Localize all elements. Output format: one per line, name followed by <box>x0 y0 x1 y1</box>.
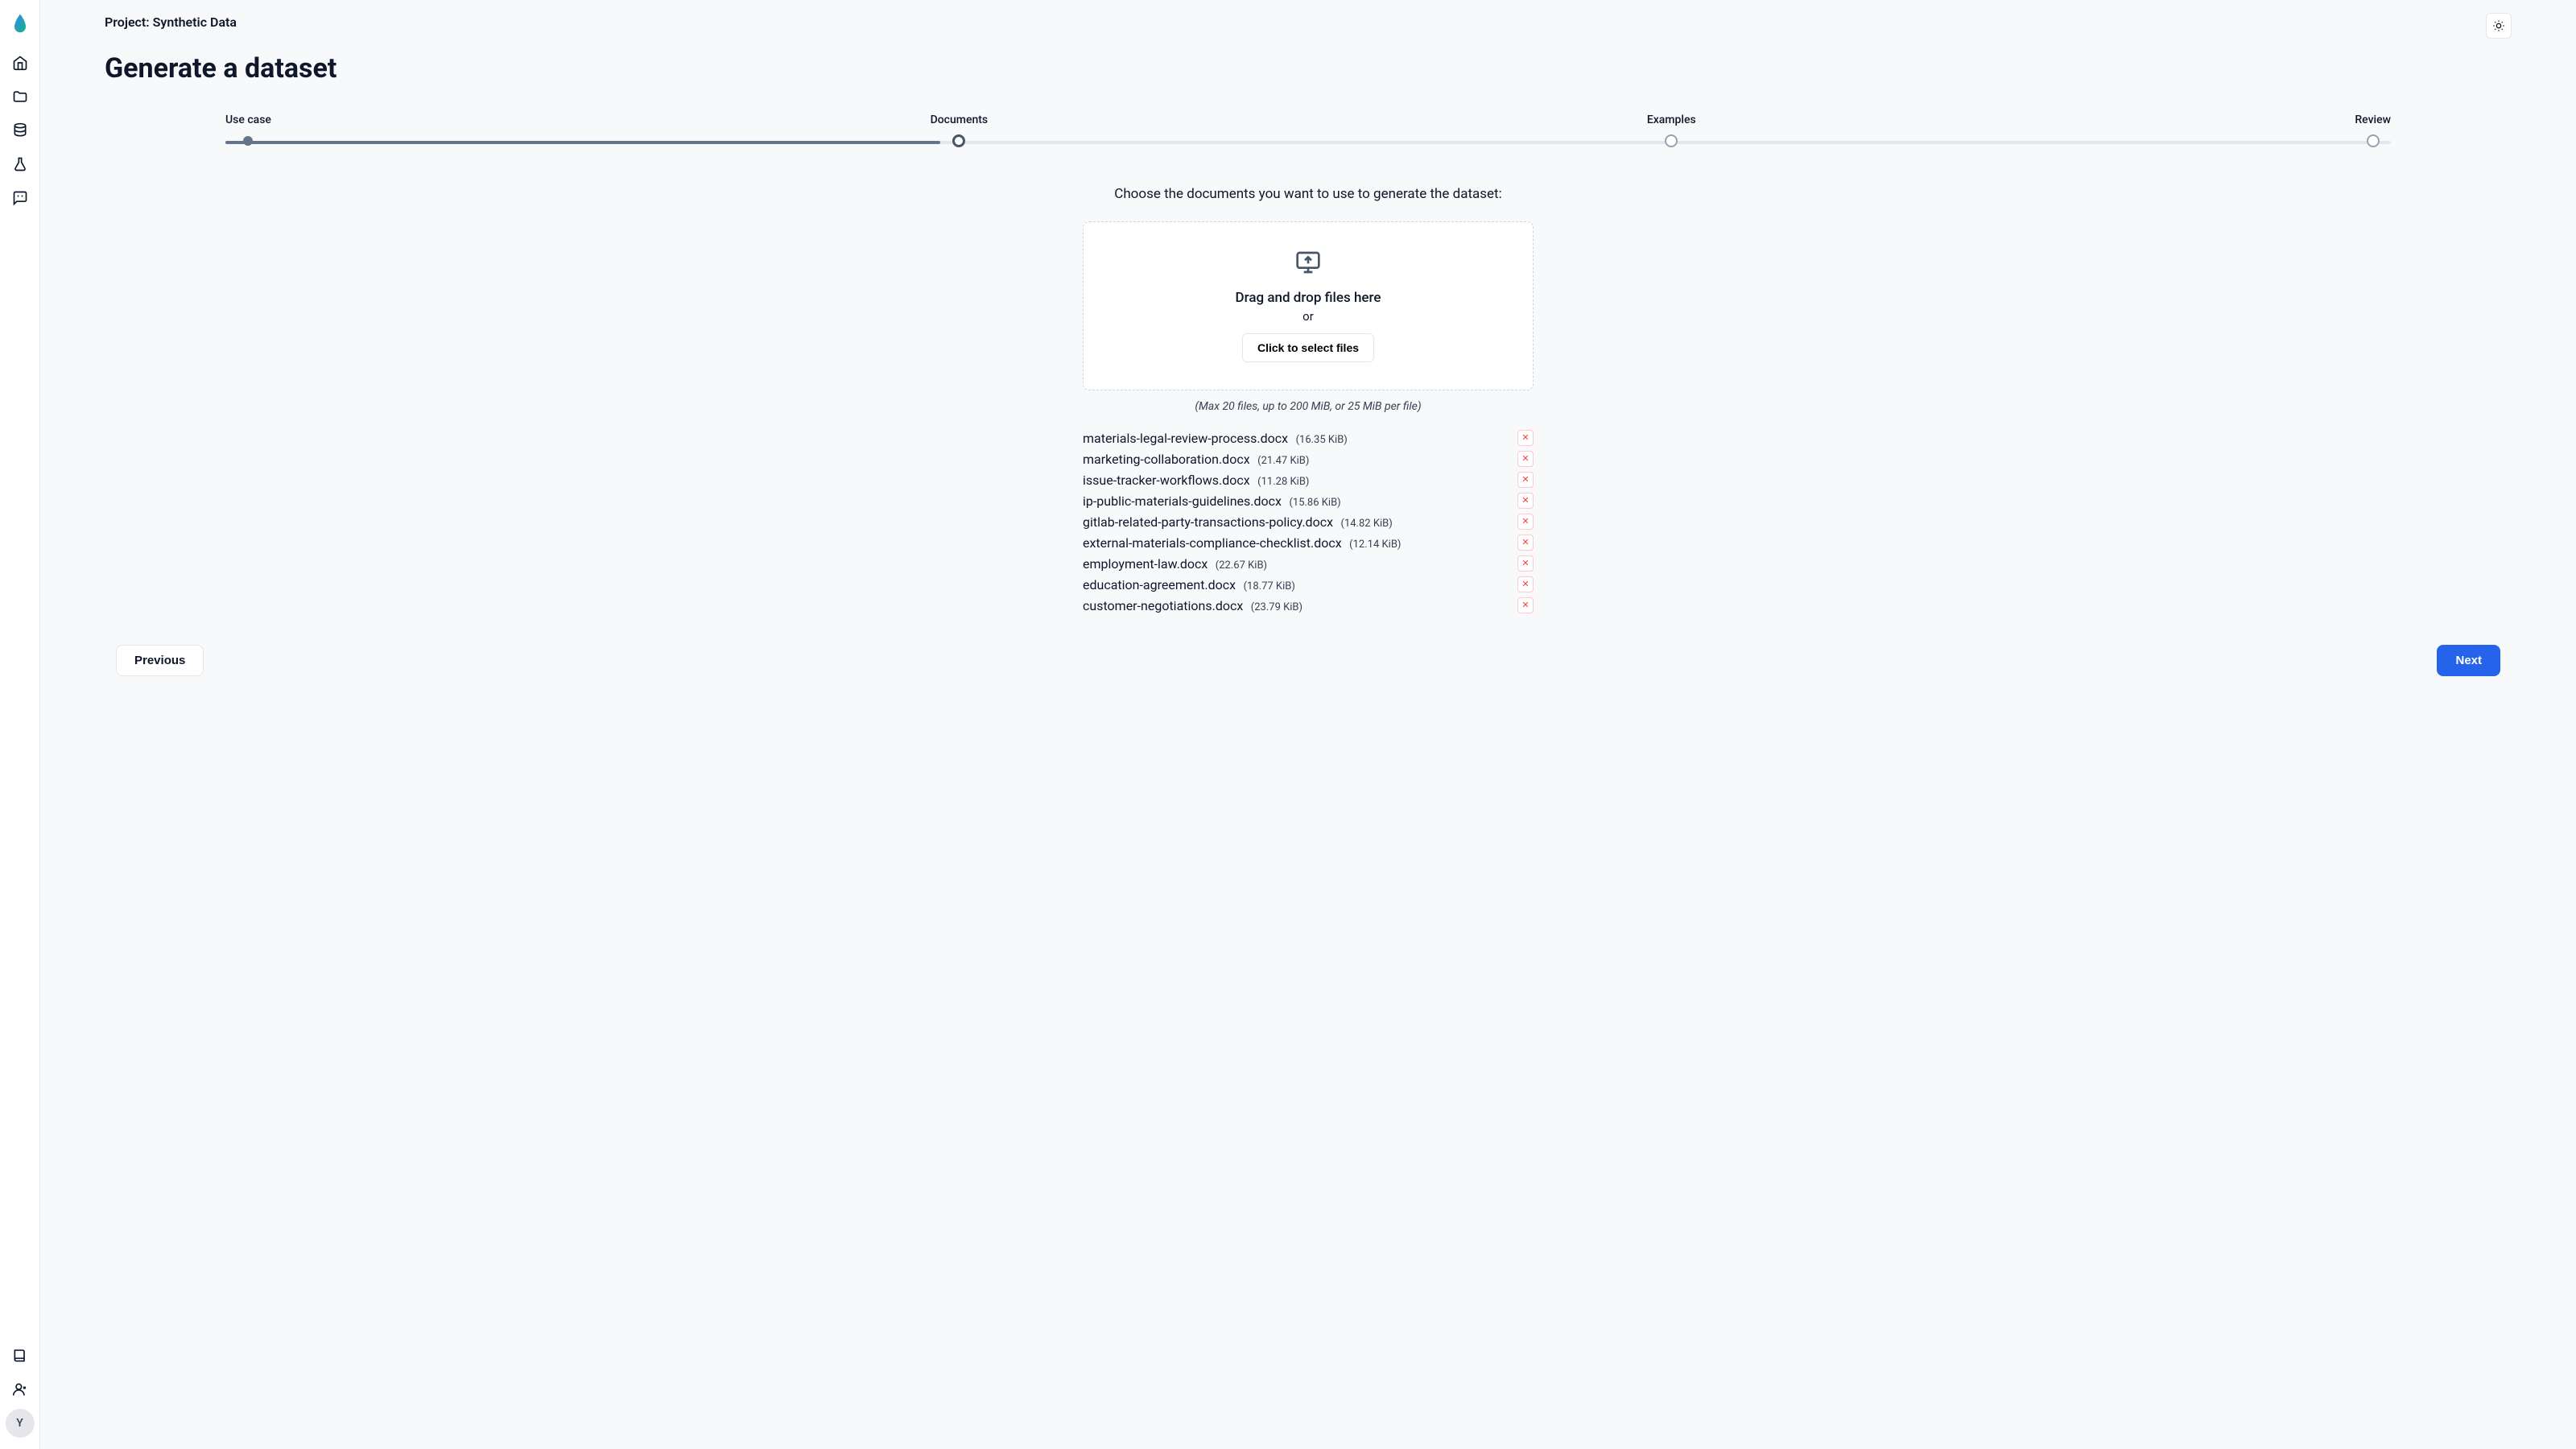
previous-button[interactable]: Previous <box>116 645 204 676</box>
stepper: Use case Documents Examples Review <box>225 114 2391 147</box>
file-row: customer-negotiations.docx (23.79 KiB) ✕ <box>1083 595 1534 616</box>
dropzone-or-text: or <box>1100 309 1517 324</box>
remove-file-button[interactable]: ✕ <box>1517 472 1534 488</box>
file-size: (14.82 KiB) <box>1341 518 1393 530</box>
main-content: Project: Synthetic Data Generate a datas… <box>40 0 2576 1449</box>
file-size: (12.14 KiB) <box>1349 539 1401 551</box>
select-files-button[interactable]: Click to select files <box>1242 333 1374 362</box>
file-size: (22.67 KiB) <box>1216 559 1267 572</box>
file-name: issue-tracker-workflows.docx <box>1083 473 1250 488</box>
breadcrumb: Project: Synthetic Data <box>105 14 2512 30</box>
file-row: employment-law.docx (22.67 KiB) ✕ <box>1083 553 1534 574</box>
file-limit-hint: (Max 20 files, up to 200 MiB, or 25 MiB … <box>1083 400 1534 413</box>
user-icon[interactable] <box>6 1375 35 1404</box>
remove-file-button[interactable]: ✕ <box>1517 514 1534 530</box>
remove-file-button[interactable]: ✕ <box>1517 493 1534 509</box>
file-size: (15.86 KiB) <box>1289 497 1340 509</box>
theme-toggle-button[interactable] <box>2486 13 2512 39</box>
dropzone-drag-text: Drag and drop files here <box>1100 290 1517 306</box>
page-title: Generate a dataset <box>105 52 2512 85</box>
file-list: materials-legal-review-process.docx (16.… <box>1083 427 1534 616</box>
step-review[interactable]: Review <box>2355 114 2391 147</box>
file-row: issue-tracker-workflows.docx (11.28 KiB)… <box>1083 469 1534 490</box>
sun-icon <box>2492 19 2505 32</box>
remove-file-button[interactable]: ✕ <box>1517 576 1534 592</box>
avatar[interactable]: Y <box>6 1409 35 1438</box>
file-dropzone[interactable]: Drag and drop files here or Click to sel… <box>1083 221 1534 390</box>
close-icon: ✕ <box>1521 601 1529 610</box>
file-name: marketing-collaboration.docx <box>1083 452 1250 467</box>
logo <box>9 11 31 34</box>
file-row: external-materials-compliance-checklist.… <box>1083 532 1534 553</box>
file-row: materials-legal-review-process.docx (16.… <box>1083 427 1534 448</box>
file-name: materials-legal-review-process.docx <box>1083 431 1288 446</box>
chat-icon[interactable] <box>6 184 35 213</box>
sidebar: Y <box>0 0 40 1449</box>
instruction-text: Choose the documents you want to use to … <box>1083 186 1534 202</box>
file-row: marketing-collaboration.docx (21.47 KiB)… <box>1083 448 1534 469</box>
file-name: ip-public-materials-guidelines.docx <box>1083 493 1282 509</box>
database-icon[interactable] <box>6 116 35 145</box>
next-button[interactable]: Next <box>2437 645 2500 676</box>
remove-file-button[interactable]: ✕ <box>1517 597 1534 613</box>
close-icon: ✕ <box>1521 580 1529 589</box>
file-name: customer-negotiations.docx <box>1083 598 1243 613</box>
remove-file-button[interactable]: ✕ <box>1517 430 1534 446</box>
file-row: ip-public-materials-guidelines.docx (15.… <box>1083 490 1534 511</box>
file-name: gitlab-related-party-transactions-policy… <box>1083 514 1333 530</box>
upload-icon <box>1294 250 1323 275</box>
file-row: education-agreement.docx (18.77 KiB) ✕ <box>1083 574 1534 595</box>
file-row: gitlab-related-party-transactions-policy… <box>1083 511 1534 532</box>
close-icon: ✕ <box>1521 497 1529 506</box>
file-size: (18.77 KiB) <box>1244 580 1295 592</box>
remove-file-button[interactable]: ✕ <box>1517 451 1534 467</box>
file-name: external-materials-compliance-checklist.… <box>1083 535 1342 551</box>
step-use-case[interactable]: Use case <box>225 114 271 146</box>
step-examples[interactable]: Examples <box>1647 114 1696 147</box>
file-size: (11.28 KiB) <box>1257 476 1309 488</box>
close-icon: ✕ <box>1521 539 1529 547</box>
close-icon: ✕ <box>1521 518 1529 526</box>
folder-icon[interactable] <box>6 82 35 111</box>
close-icon: ✕ <box>1521 476 1529 485</box>
file-name: employment-law.docx <box>1083 556 1208 572</box>
close-icon: ✕ <box>1521 434 1529 443</box>
remove-file-button[interactable]: ✕ <box>1517 535 1534 551</box>
file-size: (21.47 KiB) <box>1257 455 1309 467</box>
close-icon: ✕ <box>1521 455 1529 464</box>
flask-icon[interactable] <box>6 150 35 179</box>
file-name: education-agreement.docx <box>1083 577 1236 592</box>
file-size: (23.79 KiB) <box>1251 601 1302 613</box>
book-icon[interactable] <box>6 1341 35 1370</box>
remove-file-button[interactable]: ✕ <box>1517 555 1534 572</box>
close-icon: ✕ <box>1521 559 1529 568</box>
home-icon[interactable] <box>6 48 35 77</box>
file-size: (16.35 KiB) <box>1296 434 1348 446</box>
step-documents[interactable]: Documents <box>931 114 989 147</box>
